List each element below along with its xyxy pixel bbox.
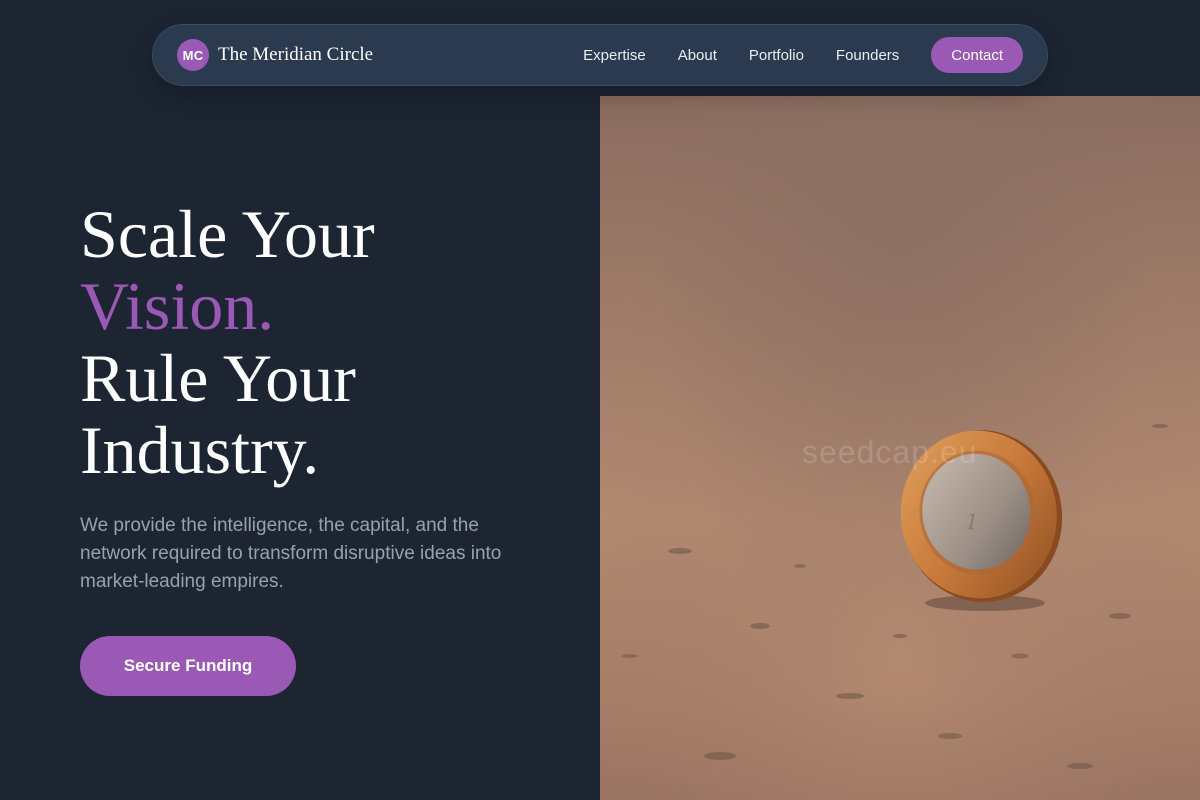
brand-badge: MC [177, 39, 209, 71]
nav-links: Expertise About Portfolio Founders Conta… [583, 37, 1023, 73]
image-watermark: seedcap.eu [802, 434, 978, 470]
brand-logo[interactable]: MC The Meridian Circle [177, 39, 373, 71]
headline-line-1: Scale Your [80, 196, 375, 272]
nav-link-about[interactable]: About [678, 47, 717, 64]
hero-headline: Scale Your Vision. Rule Your Industry. [80, 198, 580, 486]
nav-link-expertise[interactable]: Expertise [583, 47, 646, 64]
nav-link-founders[interactable]: Founders [836, 47, 899, 64]
hero-image: 1 seedcap.eu [600, 96, 1200, 800]
headline-line-4: Industry. [80, 412, 320, 488]
nav-link-portfolio[interactable]: Portfolio [749, 47, 804, 64]
headline-line-2: Vision. [80, 268, 275, 344]
headline-line-3: Rule Your [80, 340, 356, 416]
contact-button[interactable]: Contact [931, 37, 1023, 73]
secure-funding-button[interactable]: Secure Funding [80, 636, 296, 696]
brand-name: The Meridian Circle [218, 44, 374, 65]
hero-subtitle: We provide the intelligence, the capital… [80, 515, 502, 592]
top-navbar: MC The Meridian Circle Expertise About P… [152, 24, 1048, 86]
